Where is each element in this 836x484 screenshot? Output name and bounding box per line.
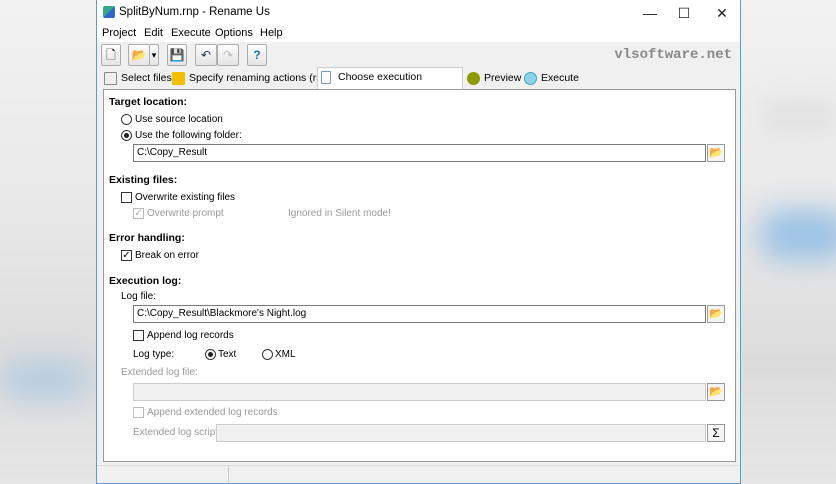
close-button[interactable]: ✕ xyxy=(705,0,739,26)
silent-mode-note: Ignored in Silent mode! xyxy=(288,208,391,219)
overwrite-label: Overwrite existing files xyxy=(135,192,236,203)
append-ext-log-label: Append extended log records xyxy=(147,407,278,418)
tab-execution-parameters[interactable]: Choose execution parameters xyxy=(317,67,463,101)
brand-text: vlsoftware.net xyxy=(614,47,732,63)
overwrite-checkbox[interactable] xyxy=(121,192,132,203)
tab-rules[interactable]: Specify renaming actions (rules) xyxy=(169,69,339,88)
menu-help[interactable]: Help xyxy=(260,27,283,39)
ext-log-script-label: Extended log script: xyxy=(133,427,221,438)
append-ext-log-checkbox[interactable] xyxy=(133,407,144,418)
browse-ext-log-button[interactable]: 📂 xyxy=(707,383,725,401)
overwrite-prompt-label: Overwrite prompt xyxy=(147,208,224,219)
break-on-error-checkbox[interactable]: ✓ xyxy=(121,250,132,261)
menu-project[interactable]: Project xyxy=(102,27,136,39)
maximize-button[interactable]: ☐ xyxy=(667,0,701,26)
use-source-label: Use source location xyxy=(135,114,223,125)
redo-button[interactable]: ↷ xyxy=(217,44,239,66)
log-type-label: Log type: xyxy=(133,349,175,360)
log-type-text-label: Text xyxy=(218,349,237,360)
help-button[interactable]: ? xyxy=(247,44,267,66)
use-folder-radio[interactable] xyxy=(121,130,132,141)
minimize-button[interactable]: — xyxy=(633,0,667,26)
tab-bar: Select files Specify renaming actions (r… xyxy=(97,67,740,101)
menu-options[interactable]: Options xyxy=(215,27,253,39)
open-dropdown-button[interactable]: ▾ xyxy=(149,44,159,66)
log-type-xml-radio[interactable] xyxy=(262,349,273,360)
ext-log-file-label: Extended log file: xyxy=(121,367,198,378)
log-file-input[interactable]: C:\Copy_Result\Blackmore's Night.log xyxy=(133,305,706,323)
status-divider xyxy=(228,466,229,483)
tab-preview[interactable]: Preview xyxy=(464,69,521,88)
existing-heading: Existing files: xyxy=(109,174,178,186)
target-heading: Target location: xyxy=(109,96,187,108)
ext-log-file-input[interactable] xyxy=(133,383,706,401)
overwrite-prompt-checkbox[interactable]: ✓ xyxy=(133,208,144,219)
app-window: SplitByNum.rnp - Rename Us — ☐ ✕ Project… xyxy=(96,0,741,484)
tab-label: Select files xyxy=(121,72,172,84)
rules-icon xyxy=(172,72,185,85)
undo-button[interactable]: ↶ xyxy=(195,44,217,66)
play-icon xyxy=(524,72,537,85)
tab-label: Preview xyxy=(484,72,522,84)
browse-folder-button[interactable]: 📂 xyxy=(707,144,725,162)
tab-select-files[interactable]: Select files xyxy=(101,69,172,88)
new-button[interactable]: 🗋 xyxy=(101,44,121,66)
parameters-icon xyxy=(321,71,331,84)
break-on-error-label: Break on error xyxy=(135,250,199,261)
log-type-xml-label: XML xyxy=(275,349,296,360)
menu-edit[interactable]: Edit xyxy=(144,27,163,39)
tab-label: Execute xyxy=(541,72,579,84)
append-log-checkbox[interactable] xyxy=(133,330,144,341)
append-log-label: Append log records xyxy=(147,330,234,341)
app-icon xyxy=(103,6,115,18)
title-bar: SplitByNum.rnp - Rename Us — ☐ ✕ xyxy=(97,0,740,26)
script-editor-button[interactable]: Σ xyxy=(707,424,725,442)
menu-bar: Project Edit Execute Options Help xyxy=(97,26,740,42)
log-heading: Execution log: xyxy=(109,275,182,287)
open-button[interactable]: 📂 xyxy=(128,44,150,66)
use-source-radio[interactable] xyxy=(121,114,132,125)
window-title: SplitByNum.rnp - Rename Us xyxy=(119,6,270,18)
log-file-label: Log file: xyxy=(121,291,157,302)
save-button[interactable]: 💾 xyxy=(167,44,187,66)
files-icon xyxy=(104,72,117,85)
play-icon xyxy=(467,72,480,85)
browse-log-button[interactable]: 📂 xyxy=(707,305,725,323)
tab-execute[interactable]: Execute xyxy=(521,69,579,88)
use-folder-label: Use the following folder: xyxy=(135,130,242,141)
status-bar xyxy=(97,465,740,483)
error-heading: Error handling: xyxy=(109,232,185,244)
target-folder-input[interactable]: C:\Copy_Result xyxy=(133,144,706,162)
ext-log-script-input[interactable] xyxy=(216,424,706,442)
parameters-panel: Target location: Use source location Use… xyxy=(103,89,736,462)
log-type-text-radio[interactable] xyxy=(205,349,216,360)
menu-execute[interactable]: Execute xyxy=(171,27,211,39)
